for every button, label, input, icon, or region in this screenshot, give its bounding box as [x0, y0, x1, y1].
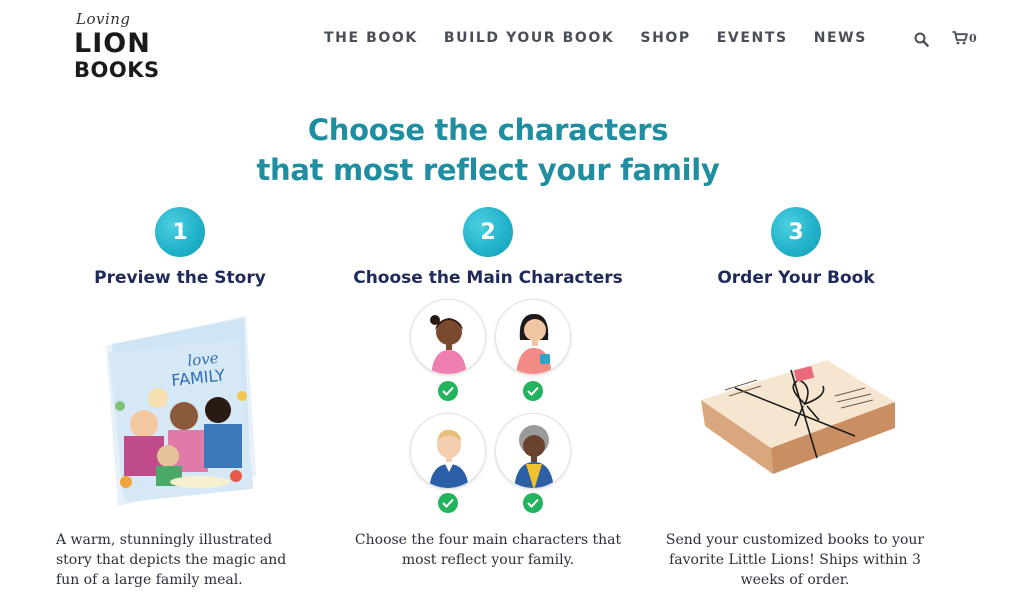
character-girl-option[interactable]	[410, 299, 486, 375]
step-2-title: Choose the Main Characters	[353, 268, 623, 288]
page-headline: Choose the characters that most reflect …	[0, 110, 976, 190]
logo-books-text: BOOKS	[74, 58, 160, 82]
grandmother-character-icon	[514, 425, 554, 488]
cart-button[interactable]: 0	[952, 31, 977, 45]
logo-lion-text: LION	[74, 28, 151, 59]
main-nav: THE BOOK BUILD YOUR BOOK SHOP EVENTS NEW…	[324, 30, 977, 47]
character-grandmother-option[interactable]	[495, 413, 571, 489]
step-3-badge: 3	[771, 207, 821, 257]
step-3-desc-line: weeks of order.	[740, 572, 850, 588]
step-1-desc-line: fun of a large family meal.	[56, 572, 243, 588]
check-icon	[523, 381, 543, 401]
woman-character-icon	[516, 314, 552, 374]
cart-icon	[952, 31, 968, 45]
brand-logo[interactable]: Loving LION BOOKS	[74, 10, 166, 82]
step-1-description: A warm, stunningly illustrated story tha…	[56, 530, 326, 590]
nav-the-book[interactable]: THE BOOK	[324, 30, 418, 46]
step-3-title: Order Your Book	[717, 268, 875, 288]
nav-news[interactable]: NEWS	[814, 30, 867, 46]
check-icon	[523, 493, 543, 513]
step-1-desc-line: A warm, stunningly illustrated	[56, 532, 273, 548]
step-3-description: Send your customized books to your favor…	[650, 530, 940, 590]
nav-events[interactable]: EVENTS	[717, 30, 788, 46]
step-3-number: 3	[788, 219, 804, 245]
step-3-desc-line: Send your customized books to your	[665, 532, 925, 548]
step-1-number: 1	[172, 219, 188, 245]
headline-line-2: that most reflect your family	[256, 153, 720, 187]
cart-count: 0	[969, 31, 977, 45]
package-illustration	[701, 360, 895, 474]
character-woman-option[interactable]	[495, 299, 571, 375]
step-2-badge: 2	[463, 207, 513, 257]
headline-line-1: Choose the characters	[307, 113, 669, 147]
search-icon	[914, 32, 929, 47]
logo-script-text: Loving	[76, 10, 131, 28]
nav-build-your-book[interactable]: BUILD YOUR BOOK	[444, 30, 615, 46]
step-1-badge: 1	[155, 207, 205, 257]
step-2-desc-line: most reflect your family.	[401, 552, 575, 568]
character-boy-option[interactable]	[410, 413, 486, 489]
step-2-number: 2	[480, 219, 496, 245]
nav-shop[interactable]: SHOP	[640, 30, 690, 46]
step-2-description: Choose the four main characters that mos…	[338, 530, 638, 570]
girl-character-icon	[430, 315, 467, 374]
step-1-desc-line: story that depicts the magic and	[56, 552, 287, 568]
step-1-title: Preview the Story	[94, 268, 266, 288]
boy-character-icon	[429, 429, 469, 488]
step-2-desc-line: Choose the four main characters that	[354, 532, 622, 548]
check-icon	[438, 381, 458, 401]
check-icon	[438, 493, 458, 513]
search-button[interactable]	[914, 32, 929, 52]
step-3-desc-line: favorite Little Lions! Ships within 3	[669, 552, 921, 568]
book-cover-illustration: love FAMILY	[106, 316, 256, 506]
